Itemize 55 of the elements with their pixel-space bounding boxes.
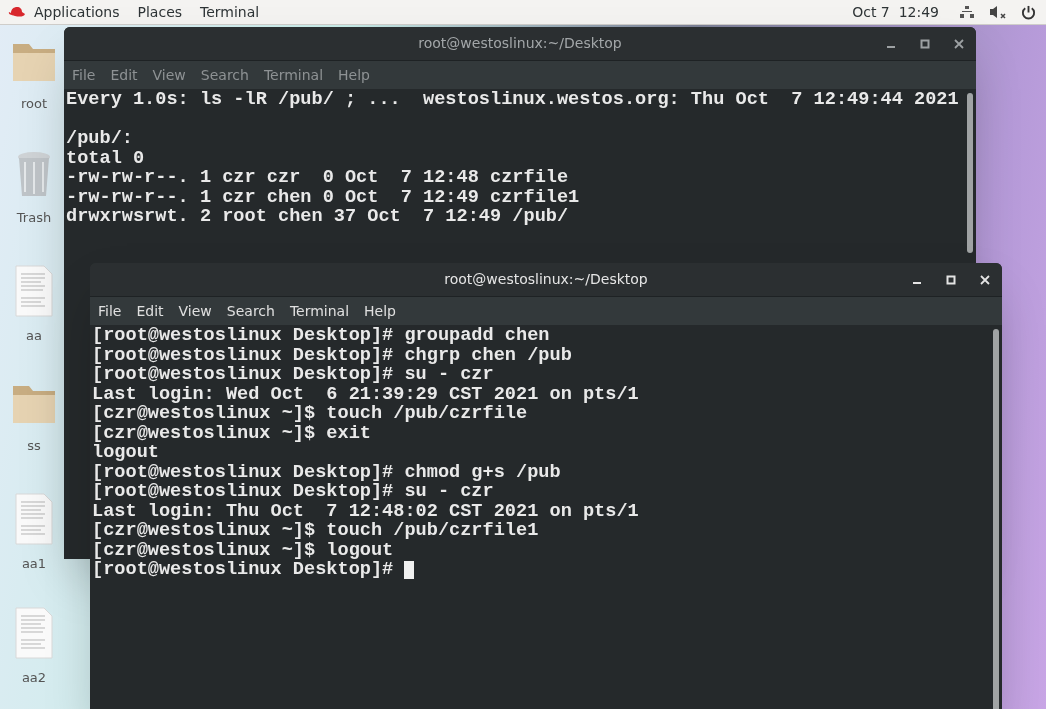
- menu-item[interactable]: Edit: [110, 64, 138, 86]
- terminal-line: Last login: Wed Oct 6 21:39:29 CST 2021 on pts/1: [92, 384, 639, 404]
- icon-label[interactable]: root: [20, 94, 48, 114]
- terminal-line: logout: [92, 443, 159, 463]
- maximize-icon[interactable]: [920, 38, 930, 49]
- terminal-line: Last login: Thu Oct 7 12:48:02 CST 2021 on pts/1: [92, 501, 639, 521]
- icon-label[interactable]: aa: [26, 326, 42, 346]
- menu-item[interactable]: Help: [364, 300, 396, 322]
- terminal-line: [root@westoslinux Desktop]# su - czr: [92, 482, 494, 502]
- document-icon: [14, 264, 54, 318]
- network-icon[interactable]: [959, 5, 975, 19]
- menu-item[interactable]: View: [152, 64, 186, 86]
- scrollbar[interactable]: [993, 329, 999, 709]
- window-title: root@westoslinux:~/Desktop: [444, 270, 648, 289]
- icon-label[interactable]: ss: [27, 436, 41, 456]
- menu-item[interactable]: View: [178, 300, 212, 322]
- terminal-line: /pub/:: [66, 129, 133, 149]
- menu-item[interactable]: Terminal: [263, 64, 324, 86]
- menu-item[interactable]: Edit: [136, 300, 164, 322]
- power-icon[interactable]: [1021, 4, 1036, 20]
- terminal-line: [czr@westoslinux ~]$ logout: [92, 540, 394, 560]
- menu-item[interactable]: File: [98, 300, 122, 322]
- terminal-line: -rw-rw-r--. 1 czr chen 0 Oct 7 12:49 czrfile1: [66, 187, 580, 207]
- terminal-line: Every 1.0s: ls -lR /pub/ ; ... westoslinux.westos.org: Thu Oct 7 12:49:44 2021: [66, 90, 959, 110]
- top-menu[interactable]: Terminal: [200, 1, 260, 23]
- menu-item[interactable]: File: [72, 64, 96, 86]
- icon-label[interactable]: aa1: [21, 554, 47, 574]
- scrollbar[interactable]: [967, 93, 973, 253]
- menu-item[interactable]: Help: [338, 64, 370, 86]
- menu-item[interactable]: Search: [200, 64, 249, 86]
- volume-muted-icon[interactable]: [989, 5, 1007, 19]
- terminal-line: [root@westoslinux Desktop]#: [92, 560, 395, 580]
- terminal-line: total 0: [66, 148, 145, 168]
- cursor: [404, 560, 415, 579]
- terminal-line: drwxrwsrwt. 2 root chen 37 Oct 7 12:49 /pub/: [66, 207, 569, 227]
- terminal-line: [root@westoslinux Desktop]# chgrp chen /pub: [92, 345, 572, 365]
- menu-item[interactable]: Terminal: [289, 300, 350, 322]
- window-title: root@westoslinux:~/Desktop: [418, 34, 622, 53]
- terminal-line: [root@westoslinux Desktop]# su - czr: [92, 365, 494, 385]
- document-icon: [14, 492, 54, 546]
- icon-label[interactable]: Trash: [16, 208, 52, 228]
- document-icon: [14, 606, 54, 660]
- close-icon[interactable]: [954, 38, 964, 49]
- terminal-line: -rw-rw-r--. 1 czr czr 0 Oct 7 12:48 czrfile: [66, 168, 569, 188]
- top-menu[interactable]: Places: [137, 1, 183, 23]
- terminal-line: [root@westoslinux Desktop]# groupadd chen: [92, 326, 550, 346]
- hat-icon[interactable]: [8, 6, 26, 18]
- icon-label[interactable]: aa2: [21, 668, 47, 688]
- top-menu[interactable]: Applications: [34, 1, 120, 23]
- clock[interactable]: Oct 7 12:49: [852, 1, 939, 23]
- terminal-line: [root@westoslinux Desktop]# chmod g+s /pub: [92, 462, 561, 482]
- menu-item[interactable]: Search: [226, 300, 275, 322]
- terminal-line: [czr@westoslinux ~]$ touch /pub/czrfile: [92, 404, 528, 424]
- terminal-line: [czr@westoslinux ~]$ touch /pub/czrfile1: [92, 521, 539, 541]
- terminal-line: [czr@westoslinux ~]$ exit: [92, 423, 371, 443]
